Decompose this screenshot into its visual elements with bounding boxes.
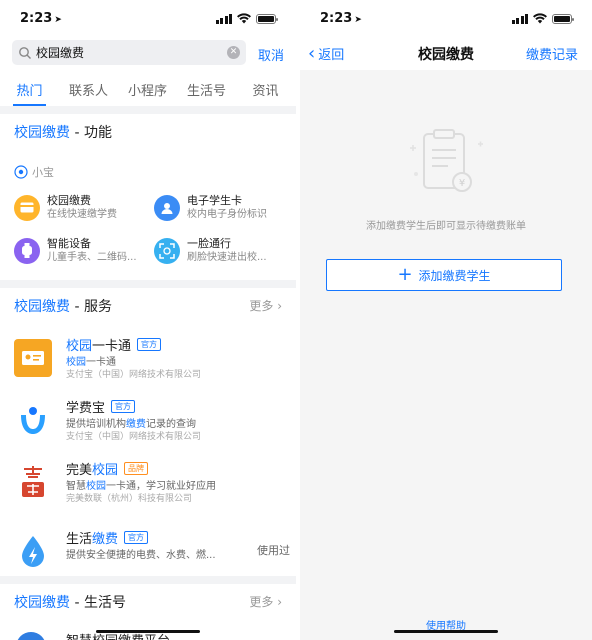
service-item-tuition-bao[interactable]: 学费宝 官方 提供培训机构缴费记录的查询 支付宝（中国）网络技术有限公司	[14, 397, 290, 443]
tab-hot[interactable]: 热门	[0, 72, 59, 106]
student-icon	[154, 194, 180, 221]
chevron-right-icon: ›	[277, 595, 282, 609]
service-item-life-payment[interactable]: 生活缴费 官方 提供安全便捷的电费、水费、燃... 使用过	[14, 528, 290, 568]
add-student-button[interactable]: + 添加缴费学生	[326, 259, 562, 291]
used-label: 使用过	[257, 544, 290, 557]
function-item-face-pass[interactable]: 一脸通行 刷脸快速进出校...	[154, 236, 294, 265]
navigation-bar: ‹ 返回 校园缴费 缴费记录	[300, 40, 592, 70]
divider	[0, 280, 296, 288]
official-badge: 官方	[124, 531, 149, 544]
more-services-link[interactable]: 更多 ›	[249, 297, 282, 314]
service-item-campus-card[interactable]: 校园一卡通 官方 校园一卡通 支付宝（中国）网络技术有限公司	[14, 335, 290, 381]
official-badge: 官方	[137, 338, 162, 351]
official-badge: 官方	[111, 400, 136, 413]
assistant-icon	[14, 165, 28, 179]
payment-records-button[interactable]: 缴费记录	[526, 44, 578, 63]
campus-payment-screen: 2:23 ➤ ‹ 返回 校园缴费 缴费记录 ¥ 添加缴费学生后即可显示待缴费账单 +…	[300, 0, 592, 640]
section-title-services: 校园缴费 - 服务	[14, 299, 112, 315]
watch-icon	[14, 237, 40, 264]
search-bar[interactable]: ✕	[12, 40, 246, 65]
svg-text:¥: ¥	[459, 178, 465, 189]
section-title-functions: 校园缴费 - 功能	[14, 125, 112, 141]
wifi-icon	[533, 13, 547, 24]
divider	[0, 576, 296, 584]
cellular-signal-icon	[215, 13, 232, 24]
plus-icon: +	[397, 264, 413, 285]
wifi-icon	[237, 13, 251, 24]
battery-icon	[552, 13, 574, 24]
perfect-campus-logo-icon	[14, 463, 52, 501]
face-scan-icon	[154, 237, 180, 264]
status-bar: 2:23 ➤	[0, 0, 296, 40]
home-indicator	[96, 630, 200, 633]
cancel-button[interactable]: 取消	[258, 45, 284, 64]
search-icon	[19, 46, 31, 59]
assistant-label: 小宝	[14, 164, 54, 180]
id-card-logo-icon	[14, 339, 52, 377]
search-input[interactable]	[36, 45, 227, 60]
card-icon	[14, 194, 40, 221]
cellular-signal-icon	[511, 13, 528, 24]
function-item-smart-device[interactable]: 智能设备 儿童手表、二维码...	[14, 236, 154, 265]
battery-icon	[256, 13, 278, 24]
life-account-avatar	[16, 632, 46, 640]
function-item-student-card[interactable]: 电子学生卡 校内电子身份标识	[154, 193, 294, 222]
tab-mini-programs[interactable]: 小程序	[118, 72, 177, 106]
clock: 2:23	[320, 11, 353, 26]
more-life-accounts-link[interactable]: 更多 ›	[249, 593, 282, 610]
clock: 2:23	[20, 11, 53, 26]
brand-badge: 品牌	[124, 462, 149, 475]
chevron-right-icon: ›	[277, 299, 282, 313]
search-tabs: 热门 联系人 小程序 生活号 资讯	[0, 72, 296, 106]
tab-life-accounts[interactable]: 生活号	[177, 72, 236, 106]
tab-contacts[interactable]: 联系人	[59, 72, 118, 106]
location-arrow-icon: ➤	[354, 15, 362, 25]
clear-icon[interactable]: ✕	[227, 46, 240, 59]
tab-news[interactable]: 资讯	[236, 72, 295, 106]
home-indicator	[394, 630, 498, 633]
section-title-life-accounts: 校园缴费 - 生活号	[14, 595, 126, 611]
empty-state-text: 添加缴费学生后即可显示待缴费账单	[366, 221, 526, 232]
location-arrow-icon: ➤	[54, 15, 62, 25]
status-bar: 2:23 ➤	[300, 0, 592, 40]
function-item-campus-payment[interactable]: 校园缴费 在线快速缴学费	[14, 193, 154, 222]
service-item-perfect-campus[interactable]: 完美校园 品牌 智慧校园一卡通，学习就业好应用 完美数联（杭州）科技有限公司	[14, 459, 290, 505]
water-drop-logo-icon	[14, 532, 52, 570]
search-screen: 2:23➤ ✕ 取消 热门 联系人 小程序 生活号 资讯 校园缴费 - 功能 小…	[0, 0, 296, 640]
tuition-logo-icon	[14, 401, 52, 439]
empty-bill-icon: ¥	[410, 129, 483, 192]
divider	[0, 106, 296, 114]
